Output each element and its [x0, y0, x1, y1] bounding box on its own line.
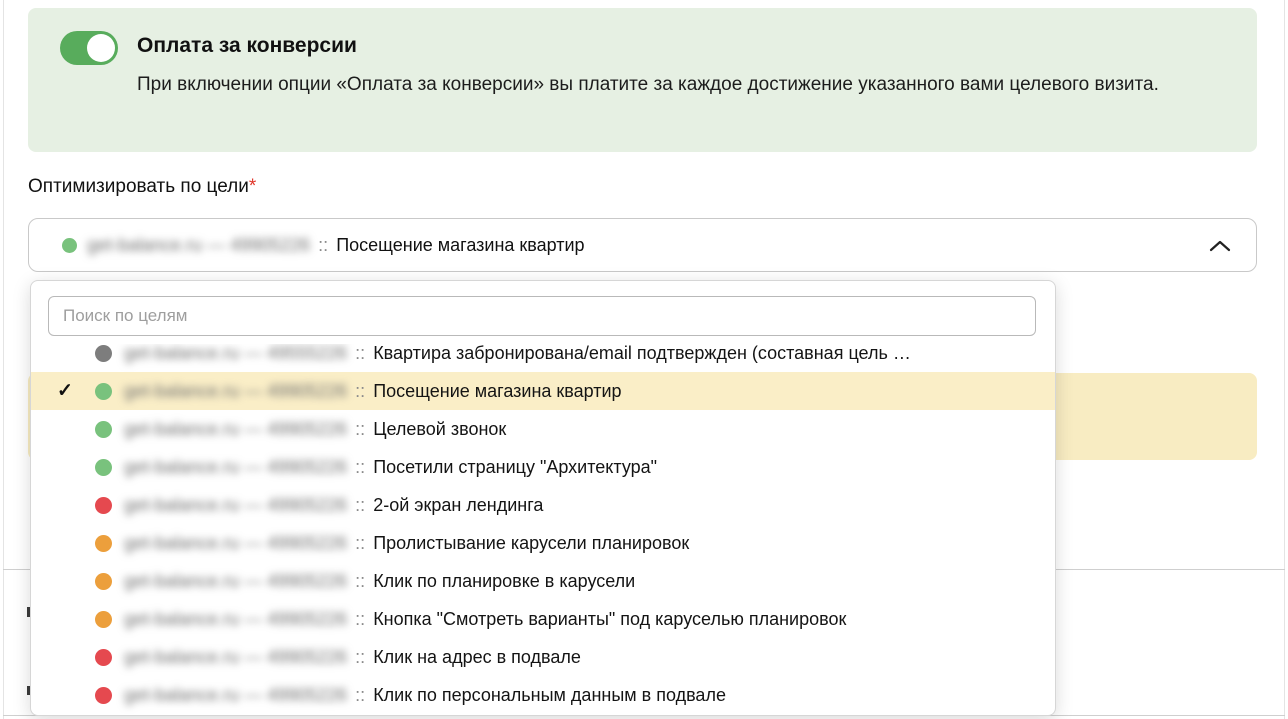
goal-option[interactable]: get-balance.ru — 49905226 :: Клик на адр…	[31, 638, 1055, 676]
goal-name: Квартира забронирована/email подтвержден…	[373, 344, 911, 364]
goal-dropdown-panel: get-balance.ru — 49555226 :: Квартира за…	[30, 280, 1056, 716]
goal-option[interactable]: get-balance.ru — 49905226 :: Клик по пла…	[31, 562, 1055, 600]
goal-status-dot	[95, 459, 112, 476]
banner-title: Оплата за конверсии	[137, 34, 357, 58]
goal-masked-id: get-balance.ru — 49905226	[124, 685, 347, 706]
goal-separator: ::	[355, 457, 365, 478]
goal-masked-id: get-balance.ru — 49905226	[124, 381, 347, 402]
chevron-up-icon	[1206, 238, 1234, 259]
goal-separator: ::	[355, 571, 365, 592]
goal-option[interactable]: get-balance.ru — 49905226 :: Посетили ст…	[31, 448, 1055, 486]
goal-name: Клик по планировке в карусели	[373, 571, 635, 592]
goal-masked-id: get-balance.ru — 49555226	[124, 344, 347, 364]
goal-name: Клик по персональным данным в подвале	[373, 685, 726, 706]
goal-select[interactable]: get-balance.ru — 49905226 :: Посещение м…	[28, 218, 1257, 272]
goal-options-list[interactable]: get-balance.ru — 49555226 :: Квартира за…	[31, 344, 1055, 715]
goal-status-dot	[62, 238, 77, 253]
goal-masked-id: get-balance.ru — 49905226	[124, 609, 347, 630]
goal-name: Посетили страницу "Архитектура"	[373, 457, 657, 478]
goal-status-dot	[95, 611, 112, 628]
goal-option[interactable]: get-balance.ru — 49905226 :: 2-ой экран …	[31, 486, 1055, 524]
goal-masked-id: get-balance.ru — 49905226	[124, 647, 347, 668]
goal-separator: ::	[355, 609, 365, 630]
goal-masked-id: get-balance.ru — 49905226	[124, 457, 347, 478]
goal-option[interactable]: get-balance.ru — 49905226 :: Клик по пер…	[31, 676, 1055, 714]
goal-name: Целевой звонок	[373, 419, 506, 440]
optimize-goal-label: Оптимизировать по цели*	[28, 176, 256, 198]
goal-name: Кнопка "Смотреть варианты" под каруселью…	[373, 609, 846, 630]
goal-separator: ::	[318, 235, 328, 256]
goal-masked-id: get-balance.ru — 49905226	[124, 571, 347, 592]
goal-name: Пролистывание карусели планировок	[373, 533, 689, 554]
goal-status-dot	[95, 649, 112, 666]
card-border-left	[3, 0, 4, 719]
goal-separator: ::	[355, 344, 365, 364]
goal-option[interactable]: get-balance.ru — 49905226 :: Пролистыван…	[31, 524, 1055, 562]
banner-description: При включении опции «Оплата за конверсии…	[137, 70, 1229, 100]
selected-goal-value: Посещение магазина квартир	[336, 235, 584, 256]
goal-name: Посещение магазина квартир	[373, 381, 621, 402]
pay-for-conversions-banner: Оплата за конверсии При включении опции …	[28, 8, 1257, 152]
selected-check-icon: ✓	[57, 380, 79, 403]
goal-option[interactable]: ✓ get-balance.ru — 49905226 :: Посещение…	[31, 372, 1055, 410]
goal-status-dot	[95, 497, 112, 514]
goal-separator: ::	[355, 685, 365, 706]
goal-masked-id: get-balance.ru — 49905226	[124, 495, 347, 516]
goal-separator: ::	[355, 533, 365, 554]
goal-status-dot	[95, 535, 112, 552]
goal-name: 2-ой экран лендинга	[373, 495, 543, 516]
required-asterisk: *	[249, 176, 256, 197]
goal-status-dot	[95, 383, 112, 400]
goal-option[interactable]: get-balance.ru — 49905226 :: Кнопка "Смо…	[31, 600, 1055, 638]
goal-separator: ::	[355, 419, 365, 440]
goal-status-dot	[95, 345, 112, 362]
goal-name: Клик на адрес в подвале	[373, 647, 581, 668]
goal-separator: ::	[355, 381, 365, 402]
goal-option[interactable]: get-balance.ru — 49905226 :: Целевой зво…	[31, 410, 1055, 448]
pay-for-conversions-toggle[interactable]	[60, 31, 118, 65]
card-border-right	[1284, 0, 1285, 719]
goal-option[interactable]: get-balance.ru — 49555226 :: Квартира за…	[31, 344, 1055, 372]
goal-masked-id: get-balance.ru — 49905226	[87, 235, 310, 256]
goal-separator: ::	[355, 647, 365, 668]
goal-separator: ::	[355, 495, 365, 516]
goal-masked-id: get-balance.ru — 49905226	[124, 533, 347, 554]
goal-masked-id: get-balance.ru — 49905226	[124, 419, 347, 440]
goal-search-input[interactable]	[48, 296, 1036, 336]
goal-status-dot	[95, 687, 112, 704]
goal-status-dot	[95, 421, 112, 438]
toggle-knob	[87, 34, 115, 62]
goal-status-dot	[95, 573, 112, 590]
